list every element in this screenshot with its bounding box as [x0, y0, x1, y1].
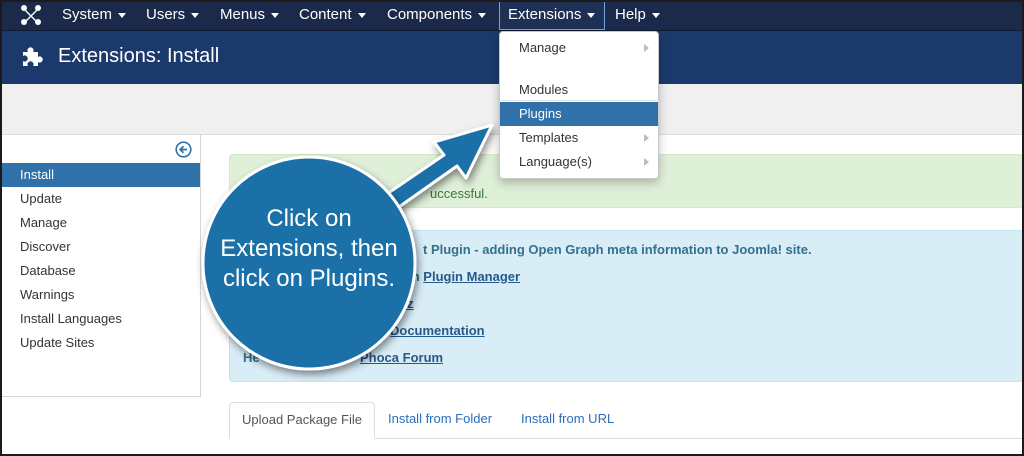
forum-link[interactable]: Phoca Forum — [360, 350, 443, 365]
nav-users[interactable]: Users — [138, 0, 207, 30]
menu-item-plugins[interactable]: Plugins — [500, 102, 658, 126]
tab-install-from-url[interactable]: Install from URL — [509, 402, 626, 438]
sidebar-item-update[interactable]: Update — [0, 187, 200, 211]
sidebar-item-database[interactable]: Database — [0, 259, 200, 283]
nav-menus[interactable]: Menus — [212, 0, 287, 30]
sidebar: Install Update Manage Discover Database … — [0, 135, 201, 397]
documentation-link[interactable]: Documentation — [390, 323, 485, 338]
sidebar-item-warnings[interactable]: Warnings — [0, 283, 200, 307]
menu-item-languages[interactable]: Language(s) — [500, 150, 658, 174]
menu-item-modules[interactable]: Modules — [500, 78, 658, 102]
caret-down-icon — [587, 12, 596, 18]
extensions-dropdown: Manage Modules Plugins Templates Languag… — [499, 31, 659, 179]
submenu-arrow-icon — [644, 44, 649, 52]
sidebar-item-install-languages[interactable]: Install Languages — [0, 307, 200, 331]
forum-line: Phoca Forum — [360, 350, 443, 365]
nav-extensions[interactable]: Extensions — [499, 0, 605, 30]
install-tabs: Upload Package File Install from Folder … — [229, 402, 1024, 439]
submenu-arrow-icon — [644, 134, 649, 142]
success-message: uccessful. — [430, 186, 488, 201]
menu-item-manage[interactable]: Manage — [500, 36, 658, 60]
nav-content[interactable]: Content — [291, 0, 374, 30]
documentation-line: Documentation — [390, 323, 485, 338]
callout-text: Click on Extensions, then click on Plugi… — [220, 205, 398, 292]
author-line: cz — [400, 296, 414, 311]
plugin-manager-link[interactable]: Plugin Manager — [423, 269, 520, 284]
menu-item-templates[interactable]: Templates — [500, 126, 658, 150]
author-link[interactable]: cz — [400, 296, 414, 311]
nav-help[interactable]: Help — [607, 0, 668, 30]
caret-down-icon — [191, 12, 200, 18]
sidebar-item-discover[interactable]: Discover — [0, 235, 200, 259]
submenu-arrow-icon — [644, 158, 649, 166]
sidebar-item-install[interactable]: Install — [0, 163, 200, 187]
sidebar-item-manage[interactable]: Manage — [0, 211, 200, 235]
caret-down-icon — [478, 12, 487, 18]
caret-down-icon — [118, 12, 127, 18]
caret-down-icon — [651, 12, 660, 18]
caret-down-icon — [271, 12, 280, 18]
help-label: He — [243, 350, 260, 365]
puzzle-icon — [23, 47, 43, 66]
sidebar-item-update-sites[interactable]: Update Sites — [0, 331, 200, 355]
page-title: Extensions: Install — [58, 45, 220, 67]
top-navbar: System Users Menus Content Components Ex… — [0, 0, 1024, 31]
joomla-logo-icon[interactable] — [19, 4, 43, 26]
plugin-description: t Plugin - adding Open Graph meta inform… — [423, 242, 812, 257]
tab-install-from-folder[interactable]: Install from Folder — [376, 402, 504, 438]
nav-system[interactable]: System — [54, 0, 134, 30]
collapse-arrow-icon[interactable] — [175, 141, 192, 158]
tab-upload-package-file[interactable]: Upload Package File — [229, 402, 375, 439]
caret-down-icon — [357, 12, 366, 18]
nav-components[interactable]: Components — [379, 0, 494, 30]
